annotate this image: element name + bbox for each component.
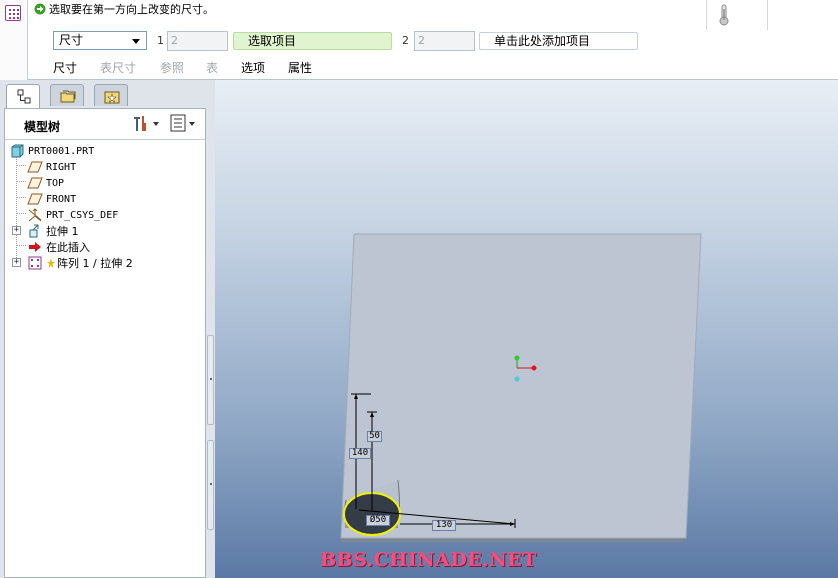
csys-icon	[27, 208, 43, 222]
tree-connector	[16, 181, 26, 182]
model-tree: PRT0001.PRT RIGHT TOP FRONT PRT_CSYS_DEF…	[5, 140, 205, 577]
pattern-type-dropdown[interactable]: 尺寸	[53, 31, 147, 50]
tree-item-extrude-1[interactable]: 拉伸 1	[27, 223, 79, 239]
expand-extrude-1-toggle[interactable]: +	[12, 226, 21, 235]
dimension-diameter-50[interactable]: Ø50	[366, 515, 390, 526]
prompt-text: 选取要在第一方向上改变的尺寸。	[49, 3, 214, 16]
dimension-140[interactable]: 140	[349, 448, 371, 459]
tree-connector	[16, 213, 26, 214]
tree-item-csys[interactable]: PRT_CSYS_DEF	[27, 207, 118, 223]
datum-plane-icon	[27, 192, 43, 206]
tab-references[interactable]: 参照	[160, 59, 184, 76]
message-line: 选取要在第一方向上改变的尺寸。	[34, 2, 214, 16]
tab-model-tree[interactable]	[6, 84, 40, 109]
direction2-index: 2	[402, 34, 409, 47]
navigator-sash[interactable]	[206, 335, 215, 531]
list-settings-icon	[170, 114, 195, 132]
pattern-icon	[27, 256, 43, 270]
sash-expand-button[interactable]	[207, 440, 214, 530]
feature-icon-area	[0, 0, 28, 80]
graphics-window[interactable]: 140 50 130 Ø50 BBS.CHINADE.NET	[215, 80, 838, 578]
tree-item-part[interactable]: PRT0001.PRT	[9, 143, 94, 159]
show-filter-button[interactable]	[168, 113, 200, 133]
tree-connector	[16, 165, 26, 166]
tab-favorites[interactable]	[94, 84, 128, 106]
dimension-130[interactable]: 130	[432, 520, 456, 531]
dimension-50[interactable]: 50	[367, 431, 382, 442]
folder-browser-icon	[60, 90, 76, 103]
prompt-arrow-icon	[34, 3, 46, 15]
favorites-icon	[104, 91, 120, 104]
direction2-collector[interactable]: 单击此处添加项目	[479, 32, 638, 50]
tree-settings-button[interactable]	[130, 113, 162, 133]
tab-options[interactable]: 选项	[241, 59, 265, 76]
tools-icon	[134, 116, 159, 131]
insert-here-arrow-icon	[27, 240, 43, 254]
tree-connector	[16, 197, 26, 198]
tab-folder-browser[interactable]	[50, 84, 84, 106]
direction1-collector[interactable]: 选取项目	[233, 32, 392, 50]
tab-table-dimensions[interactable]: 表尺寸	[100, 59, 136, 76]
dashboard: 选取要在第一方向上改变的尺寸。 尺寸 1 2 选取项目 2 2 单击此处添加项目…	[0, 0, 838, 80]
model-tree-title: 模型树	[24, 120, 61, 134]
tab-properties[interactable]: 属性	[288, 59, 312, 76]
chevron-down-icon	[132, 39, 140, 44]
tree-item-pattern-1[interactable]: 阵列 1 / 拉伸 2	[27, 255, 133, 271]
tab-dimensions[interactable]: 尺寸	[53, 59, 77, 76]
direction1-count-field[interactable]: 2	[167, 31, 228, 51]
tree-item-right-plane[interactable]: RIGHT	[27, 159, 76, 175]
watermark: BBS.CHINADE.NET	[320, 549, 537, 571]
plate-edge	[341, 538, 685, 542]
thermometer-icon[interactable]	[719, 4, 729, 26]
part-icon	[9, 144, 25, 158]
model-tree-icon	[17, 89, 31, 104]
tab-table[interactable]: 表	[206, 59, 218, 76]
tree-item-top-plane[interactable]: TOP	[27, 175, 64, 191]
direction1-index: 1	[157, 34, 164, 47]
direction2-count-field[interactable]: 2	[414, 31, 475, 51]
regenerate-star-icon	[46, 256, 56, 270]
tree-connector	[16, 245, 26, 246]
pattern-feature-icon	[5, 5, 21, 21]
tree-item-insert-here[interactable]: 在此插入	[27, 239, 90, 255]
sash-collapse-button[interactable]	[207, 335, 214, 425]
tree-item-front-plane[interactable]: FRONT	[27, 191, 76, 207]
expand-pattern-1-toggle[interactable]: +	[12, 258, 21, 267]
dropdown-value: 尺寸	[59, 33, 84, 47]
extrude-icon	[27, 224, 43, 238]
dashboard-status-area	[706, 0, 768, 30]
datum-plane-icon	[27, 176, 43, 190]
datum-plane-icon	[27, 160, 43, 174]
model-view[interactable]	[215, 80, 838, 578]
navigator: 模型树 PRT0001.PRT RIGHT TOP FRONT PRT_CSYS…	[0, 80, 215, 578]
model-tree-panel: 模型树 PRT0001.PRT RIGHT TOP FRONT PRT_CSYS…	[4, 108, 206, 578]
